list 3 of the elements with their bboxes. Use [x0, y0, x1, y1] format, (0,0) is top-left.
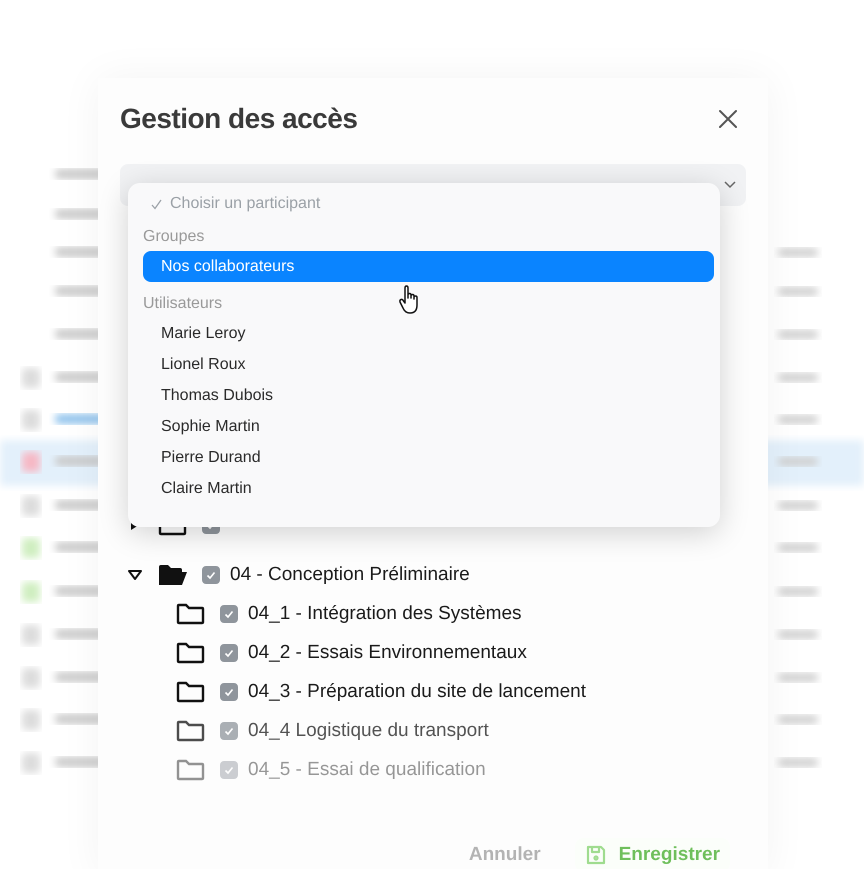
dialog-title: Gestion des accès [120, 103, 358, 135]
group-heading: Utilisateurs [143, 294, 222, 314]
group-heading: Groupes [143, 227, 204, 247]
